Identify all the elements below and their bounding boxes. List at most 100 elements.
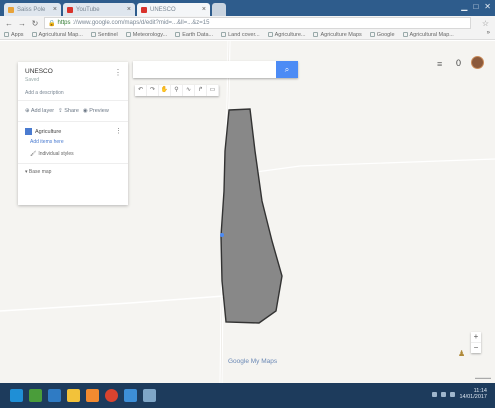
- import-link[interactable]: Add items here: [25, 139, 121, 145]
- road: [225, 158, 495, 177]
- tab-favicon: [8, 6, 14, 13]
- close-window-icon[interactable]: ✕: [484, 2, 491, 11]
- bookmark-item[interactable]: Earth Data...: [175, 32, 213, 38]
- layer-name-row[interactable]: Agriculture: [25, 128, 121, 135]
- zoom-out-button[interactable]: −: [471, 342, 481, 353]
- more-options-icon[interactable]: ⋮: [114, 68, 122, 77]
- edge-icon[interactable]: [124, 389, 137, 402]
- style-selector[interactable]: 🖌 Individual styles: [25, 151, 121, 157]
- google-my-maps-logo: Google My Maps: [228, 358, 278, 365]
- ruler-icon[interactable]: ▭: [207, 85, 219, 96]
- bookmark-item[interactable]: Meteorology...: [125, 32, 167, 38]
- chevron-down-icon: ▾: [25, 169, 28, 175]
- tab-label: Saiss Pole: [17, 6, 46, 13]
- address-bar-row: ← → ↻ 🔒 https://www.google.com/maps/d/ed…: [0, 16, 495, 30]
- street-view-pegman-icon[interactable]: ♟: [458, 349, 465, 358]
- volume-icon[interactable]: [441, 391, 447, 397]
- battery-icon[interactable]: [450, 391, 456, 397]
- search-icon: ⌕: [284, 65, 290, 74]
- paint-icon: 🖌: [30, 151, 37, 157]
- bookmark-icon: [313, 32, 319, 37]
- map-title[interactable]: UNESCO: [25, 68, 121, 75]
- url-text: ://www.google.com/maps/d/edit?mid=...&ll…: [72, 20, 210, 26]
- network-icon[interactable]: [432, 391, 438, 397]
- url-field[interactable]: 🔒 https://www.google.com/maps/d/edit?mid…: [44, 17, 471, 29]
- add-layer-button[interactable]: ⊕ Add layer: [25, 108, 54, 114]
- map-description[interactable]: Add a description: [25, 90, 121, 96]
- marker-icon[interactable]: ⚲: [171, 85, 183, 96]
- preview-button[interactable]: ◉ Preview: [83, 108, 109, 114]
- bookmark-item[interactable]: Apps: [4, 32, 24, 38]
- forward-icon[interactable]: →: [18, 19, 26, 28]
- start-button-icon[interactable]: [10, 389, 23, 402]
- clock[interactable]: 11:14 14/01/2017: [459, 388, 487, 400]
- tab-1[interactable]: Saiss Pole ×: [4, 3, 61, 16]
- new-tab-button[interactable]: [212, 3, 226, 16]
- close-tab-icon[interactable]: ×: [127, 6, 131, 13]
- road: [0, 295, 225, 312]
- redo-icon[interactable]: ↷: [147, 85, 159, 96]
- layer-name: Agriculture: [35, 128, 62, 135]
- layer-options-icon[interactable]: ⋮: [115, 127, 122, 135]
- apps-menu-icon[interactable]: ≡: [437, 59, 442, 69]
- apps-icon: [4, 32, 9, 37]
- close-tab-icon[interactable]: ×: [53, 6, 57, 13]
- bookmark-star-icon[interactable]: ☆: [482, 19, 489, 28]
- search-box: ⌕: [133, 61, 298, 78]
- bookmark-item[interactable]: Agricultural Map...: [31, 32, 83, 38]
- bookmark-item[interactable]: Agriculture...: [267, 32, 305, 38]
- map-canvas[interactable]: UNESCO Saved Add a description ⋮ ⊕ Add l…: [0, 41, 495, 383]
- panel-actions: ⊕ Add layer ⇪ Share ◉ Preview: [18, 101, 128, 122]
- bookmark-item[interactable]: Sentinel: [90, 32, 118, 38]
- field-polygon[interactable]: [220, 108, 283, 324]
- bookmark-item[interactable]: Google: [369, 32, 395, 38]
- url-scheme: https: [57, 20, 71, 26]
- bookmark-icon: [402, 32, 408, 37]
- search-button[interactable]: ⌕: [276, 61, 298, 78]
- line-icon[interactable]: ∿: [183, 85, 195, 96]
- close-tab-icon[interactable]: ×: [202, 6, 206, 13]
- tab-2[interactable]: YouTube ×: [63, 3, 135, 16]
- bookmark-icon: [369, 32, 375, 37]
- bookmark-icon: [175, 32, 181, 37]
- undo-icon[interactable]: ↶: [135, 85, 147, 96]
- chrome-icon[interactable]: [105, 389, 118, 402]
- lock-icon: 🔒: [48, 20, 56, 27]
- avatar[interactable]: [471, 56, 484, 69]
- drawing-toolbar: ↶ ↷ ✋ ⚲ ∿ ↱ ▭: [135, 85, 219, 96]
- bookmark-icon: [125, 32, 131, 37]
- map-attribution: ▬▬▬▬: [475, 375, 491, 380]
- windows-taskbar: 11:14 14/01/2017: [0, 383, 495, 408]
- notifications-count[interactable]: 0: [456, 58, 461, 68]
- tab-label: UNESCO: [150, 6, 176, 13]
- bookmark-icon: [31, 32, 37, 37]
- taskbar-app-icon[interactable]: [48, 389, 61, 402]
- bookmark-item[interactable]: Agricultural Map...: [402, 32, 454, 38]
- zoom-in-button[interactable]: +: [471, 332, 481, 342]
- map-legend-panel: UNESCO Saved Add a description ⋮ ⊕ Add l…: [18, 62, 128, 205]
- base-map-selector[interactable]: ▾ Base map: [18, 163, 128, 180]
- hand-icon[interactable]: ✋: [159, 85, 171, 96]
- back-icon[interactable]: ←: [5, 19, 13, 28]
- search-input[interactable]: [133, 61, 279, 78]
- reload-icon[interactable]: ↻: [31, 19, 39, 28]
- minimize-icon[interactable]: ▁: [461, 2, 467, 11]
- window-controls: ▁ □ ✕: [461, 2, 491, 11]
- taskbar-app-icon[interactable]: [143, 389, 156, 402]
- taskbar-app-icon[interactable]: [86, 389, 99, 402]
- more-bookmarks-icon[interactable]: »: [487, 30, 490, 36]
- share-button[interactable]: ⇪ Share: [58, 108, 79, 114]
- polygon-vertex-handle[interactable]: [220, 233, 224, 237]
- bookmark-icon: [267, 32, 273, 37]
- layer-checkbox[interactable]: [25, 128, 32, 135]
- file-explorer-icon[interactable]: [67, 389, 80, 402]
- taskbar-app-icon[interactable]: [29, 389, 42, 402]
- clock-date: 14/01/2017: [459, 394, 487, 400]
- bookmark-item[interactable]: Land cover...: [221, 32, 260, 38]
- bookmark-item[interactable]: Agriculture Maps: [313, 32, 362, 38]
- maximize-icon[interactable]: □: [473, 2, 478, 11]
- tab-3-active[interactable]: UNESCO ×: [137, 3, 210, 16]
- directions-icon[interactable]: ↱: [195, 85, 207, 96]
- layer-item: Agriculture ⋮ Add items here 🖌 Individua…: [18, 122, 128, 163]
- bookmark-icon: [221, 32, 227, 37]
